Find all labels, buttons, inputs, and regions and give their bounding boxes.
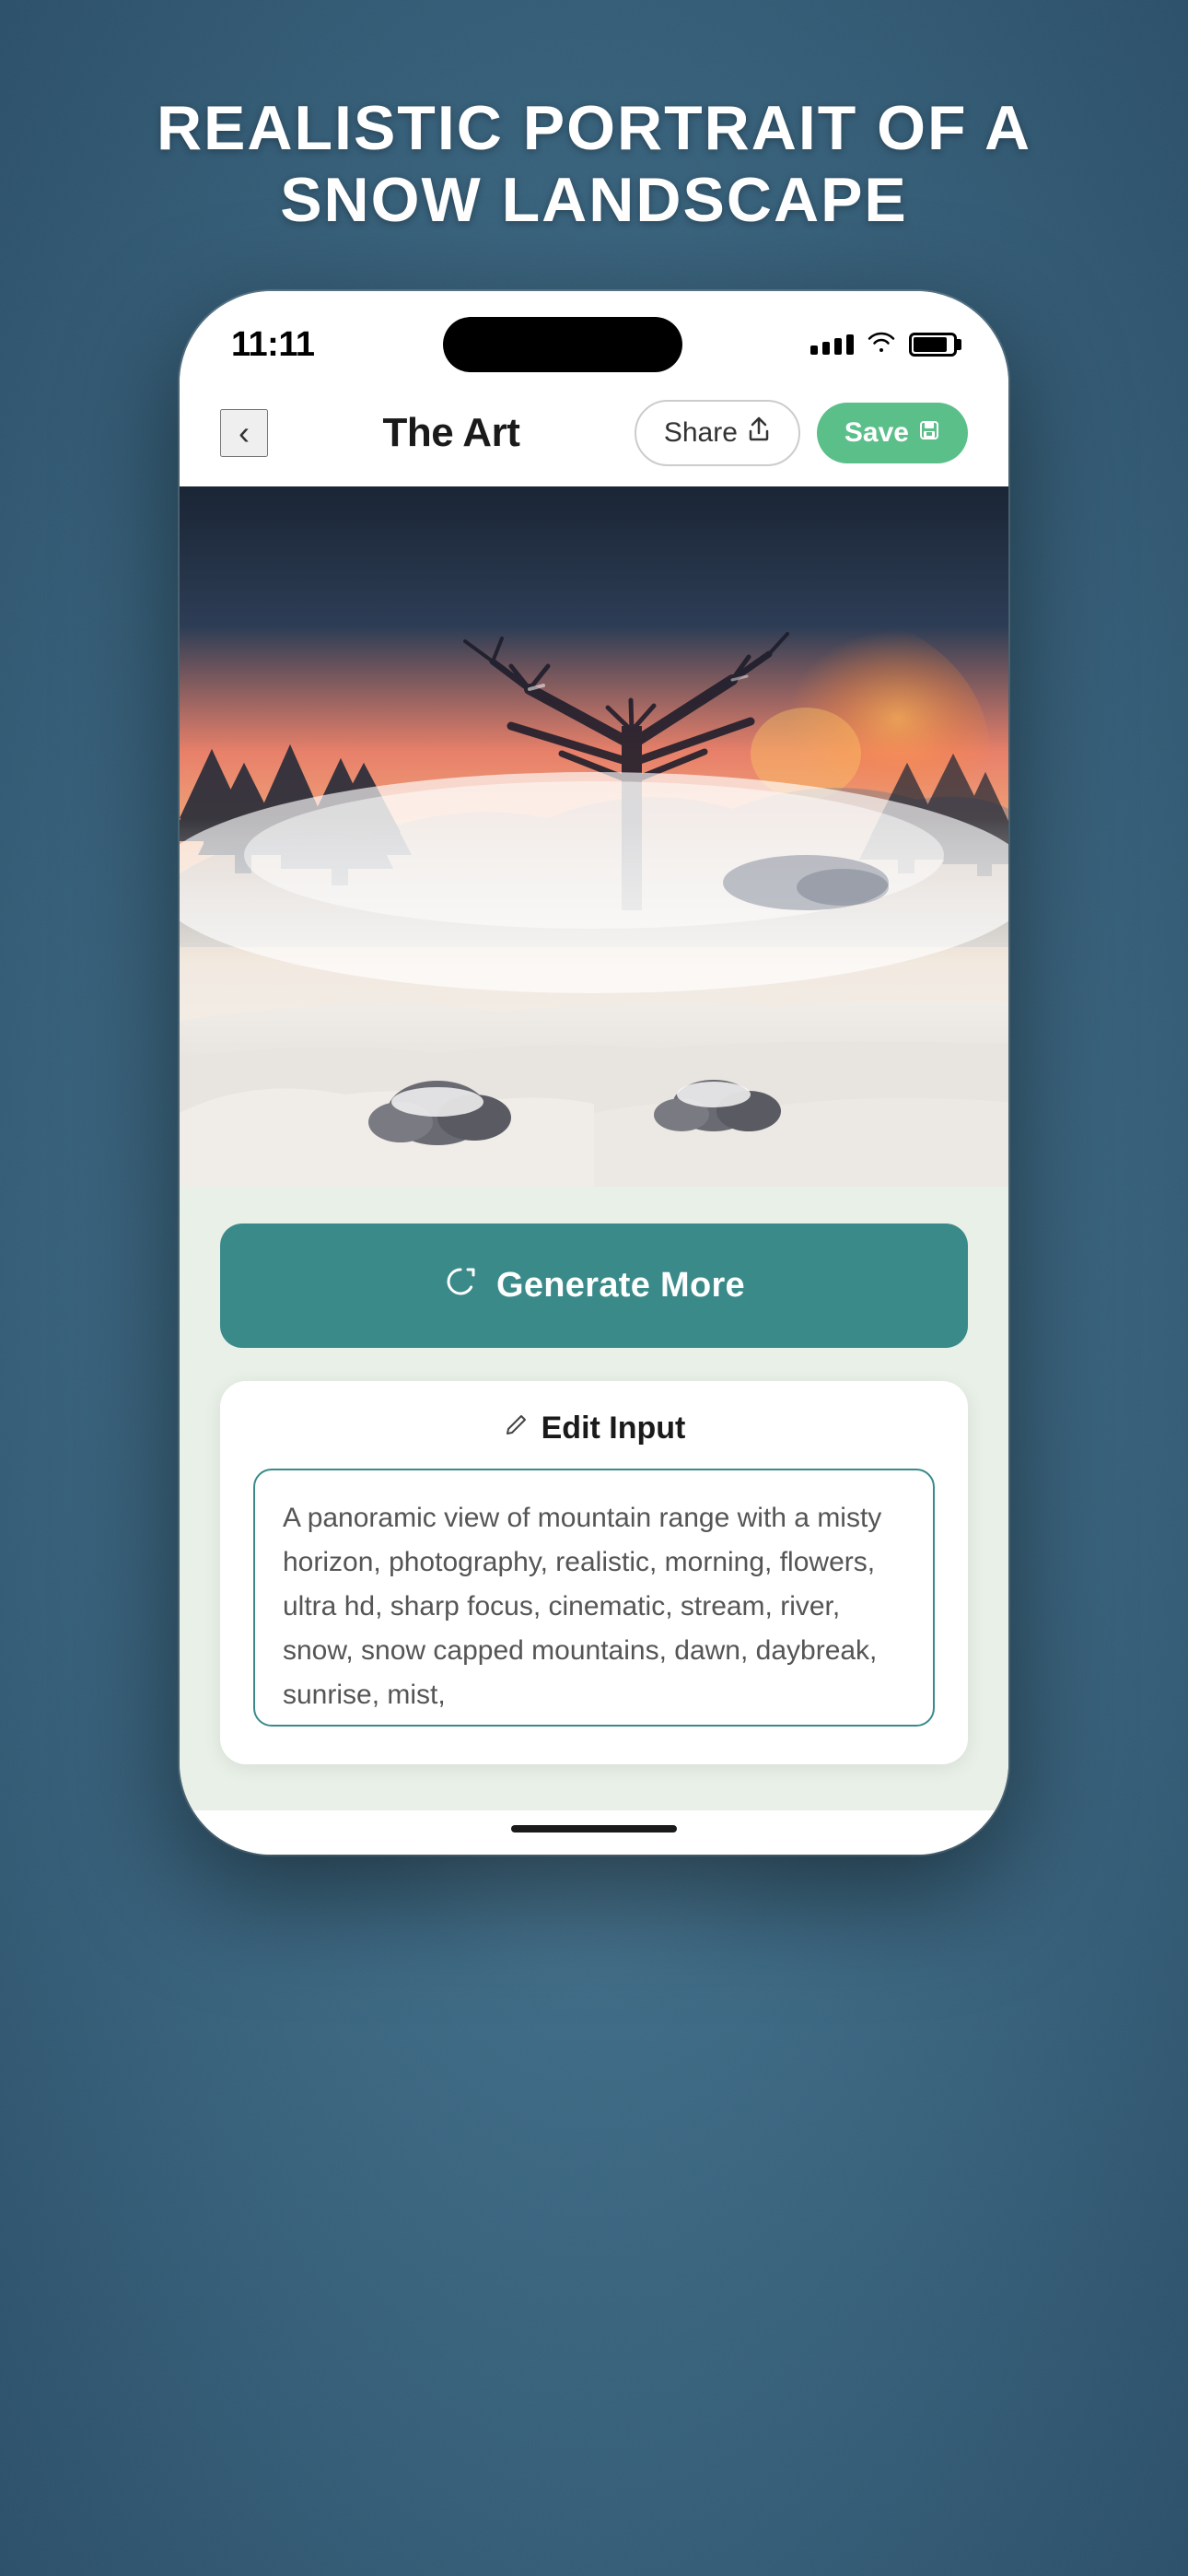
battery-icon: [909, 333, 957, 357]
generate-more-button[interactable]: Generate More: [220, 1224, 968, 1348]
save-icon: [918, 417, 940, 449]
share-icon: [747, 416, 771, 450]
nav-actions: Share Save: [635, 400, 968, 466]
nav-header: ‹ The Art Share Save: [180, 383, 1008, 486]
phone-frame: 11:11: [180, 291, 1008, 1855]
nav-title: The Art: [382, 410, 519, 456]
back-button[interactable]: ‹: [220, 409, 268, 457]
edit-input-card: Edit Input: [220, 1381, 968, 1764]
refresh-icon: [443, 1264, 478, 1307]
page-title: REALISTIC PORTRAIT OF A SNOW LANDSCAPE: [0, 0, 1188, 291]
dynamic-island: [443, 317, 682, 372]
pencil-icon: [503, 1412, 529, 1446]
edit-input-header: Edit Input: [253, 1411, 935, 1446]
art-image: [180, 486, 1008, 1187]
home-bar: [511, 1825, 677, 1832]
wifi-icon: [867, 330, 896, 359]
generate-more-label: Generate More: [496, 1266, 745, 1306]
save-button[interactable]: Save: [817, 403, 968, 463]
prompt-textarea[interactable]: [253, 1469, 935, 1727]
signal-icon: [810, 334, 854, 355]
share-button[interactable]: Share: [635, 400, 800, 466]
home-indicator: [180, 1810, 1008, 1855]
save-label: Save: [844, 417, 909, 449]
status-time: 11:11: [231, 325, 315, 365]
back-arrow-icon: ‹: [239, 414, 250, 452]
status-bar: 11:11: [180, 291, 1008, 383]
share-label: Share: [664, 417, 738, 449]
status-icons: [810, 330, 957, 359]
edit-input-title: Edit Input: [542, 1411, 686, 1446]
content-area: Generate More Edit Input: [180, 1187, 1008, 1810]
